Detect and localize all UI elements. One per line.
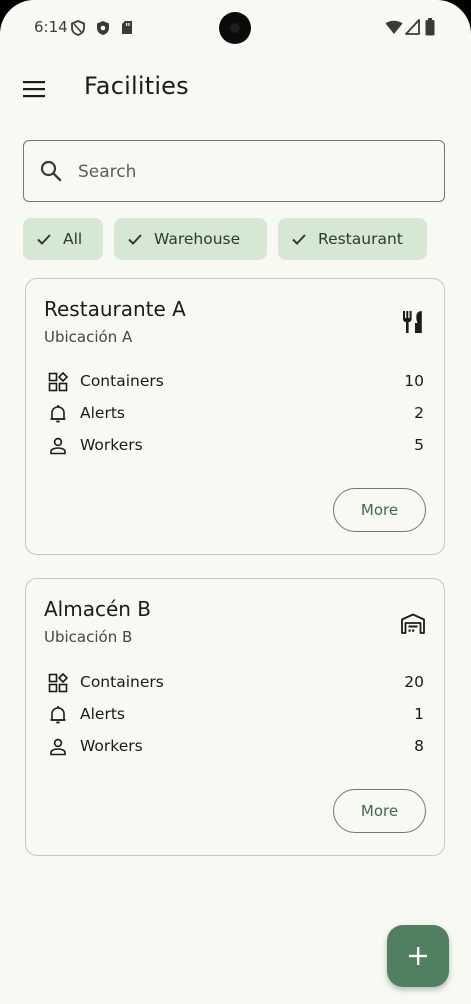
facility-name: Restaurante A [44, 297, 186, 321]
stat-value: 5 [414, 436, 424, 454]
stat-label: Workers [80, 737, 143, 755]
containers-icon [48, 372, 68, 392]
stat-value: 10 [404, 372, 424, 390]
search-input[interactable] [76, 141, 430, 203]
stat-row-alerts: Alerts 2 [46, 402, 424, 426]
stat-value: 20 [404, 673, 424, 691]
filter-chip-label: Warehouse [154, 230, 241, 248]
stat-value: 8 [414, 737, 424, 755]
restaurant-icon [400, 309, 426, 335]
menu-icon[interactable] [22, 78, 46, 100]
add-icon [409, 947, 427, 965]
stat-value: 2 [414, 404, 424, 422]
stat-label: Workers [80, 436, 143, 454]
front-camera [219, 12, 251, 44]
bell-icon [50, 405, 66, 423]
facility-card: Restaurante A Ubicación A Containers 10 … [25, 278, 445, 555]
app-screen: 6:14 Facilities All [0, 0, 471, 1004]
stat-label: Alerts [80, 705, 125, 723]
filter-chip-restaurant[interactable]: Restaurant [278, 218, 427, 260]
warehouse-icon [400, 611, 426, 637]
more-button[interactable]: More [333, 488, 426, 532]
status-time: 6:14 [34, 18, 68, 36]
check-icon [292, 234, 306, 245]
filter-chip-label: All [63, 230, 83, 248]
vpn-shield-icon [71, 20, 85, 40]
facility-location: Ubicación A [44, 328, 133, 346]
filter-chip-all[interactable]: All [23, 218, 103, 260]
stat-label: Containers [80, 673, 164, 691]
stat-row-workers: Workers 8 [46, 735, 424, 759]
stat-row-containers: Containers 20 [46, 671, 424, 695]
sd-card-icon [121, 20, 133, 39]
stat-label: Alerts [80, 404, 125, 422]
person-icon [50, 437, 66, 455]
check-icon [37, 234, 51, 245]
search-icon [39, 159, 63, 183]
stat-row-alerts: Alerts 1 [46, 703, 424, 727]
search-field[interactable] [23, 140, 445, 203]
facility-name: Almacén B [44, 597, 152, 621]
filter-chip-label: Restaurant [318, 230, 403, 248]
bell-icon [50, 706, 66, 724]
status-bar: 6:14 [0, 0, 471, 56]
wifi-icon [385, 19, 403, 39]
check-icon [128, 234, 142, 245]
stat-row-workers: Workers 5 [46, 434, 424, 458]
containers-icon [48, 673, 68, 693]
stat-row-containers: Containers 10 [46, 370, 424, 394]
filter-chip-warehouse[interactable]: Warehouse [114, 218, 267, 260]
person-icon [50, 738, 66, 756]
stat-label: Containers [80, 372, 164, 390]
battery-icon [425, 18, 435, 40]
add-facility-button[interactable] [387, 925, 449, 987]
more-button[interactable]: More [333, 789, 426, 833]
facility-card: Almacén B Ubicación B Containers 20 Aler… [25, 578, 445, 856]
signal-icon [405, 19, 420, 39]
shield-icon [96, 20, 110, 40]
stat-value: 1 [414, 705, 424, 723]
page-title: Facilities [84, 72, 189, 100]
facility-location: Ubicación B [44, 628, 133, 646]
